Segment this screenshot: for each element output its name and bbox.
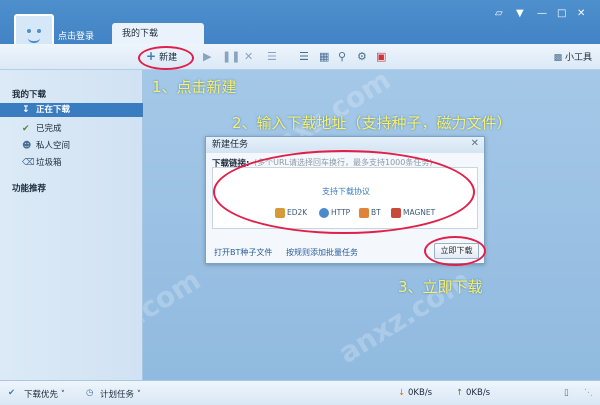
skin-icon[interactable]: ▱	[495, 8, 503, 19]
move-icon[interactable]: ☰	[267, 50, 277, 63]
sidebar-item-label: 私人空间	[36, 141, 71, 151]
user-icon: ☻	[22, 141, 32, 151]
pause-icon[interactable]: ❚❚	[222, 50, 240, 63]
menu-icon[interactable]: ▼	[516, 8, 524, 19]
sidebar-item-downloading[interactable]: ↧ 正在下载	[0, 103, 143, 117]
plan-dropdown[interactable]: 计划任务 ˅	[100, 388, 141, 400]
sidebar-section-recommend: 功能推荐	[12, 184, 47, 194]
download-icon: ↧	[22, 105, 30, 115]
upload-speed: 0KB/s	[466, 388, 491, 398]
list-icon[interactable]: ☰	[299, 50, 309, 63]
plan-label: 计划任务	[100, 390, 135, 400]
step2-annotation: 2、输入下载地址（支持种子，磁力文件）	[232, 114, 512, 132]
sidebar-item-label: 正在下载	[36, 105, 71, 115]
step3-annotation: 3、立即下载	[398, 278, 483, 296]
upload-speed-icon: ↑	[456, 388, 464, 398]
delete-icon[interactable]: ✕	[244, 50, 253, 63]
toolbox-icon: ▩	[553, 53, 563, 63]
download-speed-icon: ↓	[398, 388, 406, 398]
gear-icon[interactable]: ⚙	[357, 50, 367, 63]
close-icon[interactable]: ✕	[471, 138, 479, 149]
app-store-icon[interactable]: ▣	[376, 50, 386, 63]
priority-label: 下载优先	[24, 390, 59, 400]
sidebar-item-label: 已完成	[36, 124, 62, 134]
status-bar: ✔ 下载优先 ˅ ◷ 计划任务 ˅ ↓ 0KB/s ↑ 0KB/s ▯ ⋱	[0, 380, 600, 405]
avatar-mouth	[28, 38, 40, 43]
minimize-icon[interactable]: —	[537, 8, 547, 19]
search-icon[interactable]: ⚲	[338, 50, 346, 63]
sidebar: 我的下载 ↧ 正在下载 ✔ 已完成 ☻ 私人空间 ⌫ 垃圾箱 功能推荐	[0, 70, 143, 380]
highlight-ring	[213, 150, 475, 234]
trash-icon: ⌫	[22, 158, 35, 168]
highlight-ring	[138, 46, 194, 70]
download-speed: 0KB/s	[408, 388, 433, 398]
resize-grip-icon[interactable]: ⋱	[584, 388, 593, 398]
highlight-ring	[424, 236, 486, 266]
sidebar-item-trash[interactable]: ⌫ 垃圾箱	[0, 156, 143, 170]
batch-add-link[interactable]: 按规则添加批量任务	[286, 247, 358, 258]
chevron-down-icon: ˅	[60, 390, 65, 400]
app-window: anxz.com anxz.com anxz.com 点击登录 我的下载 ▱ ▼…	[0, 0, 600, 405]
sidebar-item-private[interactable]: ☻ 私人空间	[0, 139, 143, 153]
avatar-eye	[37, 29, 41, 33]
login-link[interactable]: 点击登录	[58, 29, 94, 42]
detail-icon[interactable]: ▦	[319, 50, 329, 63]
step1-annotation: 1、点击新建	[152, 78, 237, 96]
tab-my-downloads[interactable]: 我的下载	[112, 23, 204, 45]
tools-button[interactable]: ▩ 小工具	[554, 50, 592, 63]
toolbar: + 新建 ▶ ❚❚ ✕ ☰ ☰ ▦ ⚲ ⚙ ▣ ▩ 小工具	[0, 44, 600, 70]
maximize-icon[interactable]: □	[557, 8, 566, 19]
check-icon: ✔	[22, 124, 30, 134]
speed-icon: ✔	[8, 388, 16, 398]
priority-dropdown[interactable]: 下载优先 ˅	[24, 388, 65, 400]
sidebar-item-label: 垃圾箱	[36, 158, 62, 168]
start-icon[interactable]: ▶	[203, 50, 211, 63]
tools-label: 小工具	[564, 53, 592, 63]
sidebar-section-downloads: 我的下载	[12, 90, 47, 100]
close-icon[interactable]: ✕	[577, 8, 585, 19]
float-window-icon[interactable]: ▯	[564, 388, 569, 398]
sidebar-item-completed[interactable]: ✔ 已完成	[0, 122, 143, 136]
avatar-eye	[27, 29, 31, 33]
clock-icon: ◷	[86, 388, 94, 398]
open-bt-link[interactable]: 打开BT种子文件	[214, 247, 272, 258]
chevron-down-icon: ˅	[136, 390, 141, 400]
